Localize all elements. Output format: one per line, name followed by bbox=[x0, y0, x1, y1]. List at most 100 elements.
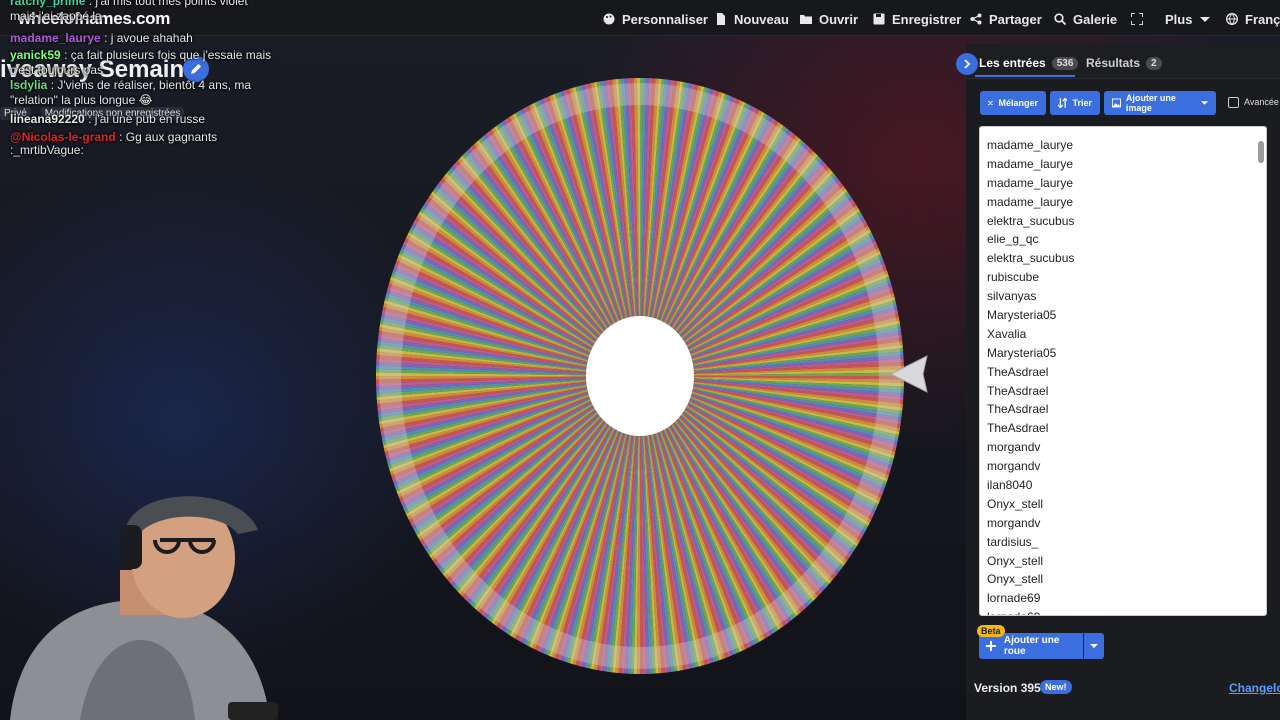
entry-item[interactable]: madame_laurye bbox=[987, 155, 1257, 174]
chat-username: lineana92220 bbox=[10, 112, 85, 126]
nav-new[interactable]: Nouveau bbox=[715, 10, 789, 28]
entry-item[interactable]: madame_laurye bbox=[987, 136, 1257, 155]
nav-gallery-label: Galerie bbox=[1073, 11, 1118, 27]
new-badge: New! bbox=[1040, 680, 1072, 694]
save-icon bbox=[873, 13, 885, 25]
nav-share-label: Partager bbox=[989, 11, 1042, 27]
entry-item[interactable]: morgandv bbox=[987, 457, 1257, 476]
file-icon bbox=[717, 13, 725, 25]
wheel[interactable] bbox=[372, 76, 908, 676]
chat-text: : j'ai une pub en russe bbox=[88, 112, 206, 126]
chevron-down-icon bbox=[1090, 644, 1098, 648]
entry-item[interactable]: lornade69 bbox=[987, 608, 1257, 615]
entries-panel: Les entrées 536 Résultats 2 Mélanger Tri… bbox=[956, 44, 1280, 720]
chat-message: madame_laurye : j avoue ahahah bbox=[10, 31, 310, 46]
entries-count-badge: 536 bbox=[1051, 56, 1079, 70]
chevron-down-icon bbox=[1200, 101, 1208, 105]
advanced-checkbox[interactable] bbox=[1228, 97, 1239, 108]
chat-message: lsdylia : J'viens de réaliser, bientôt 4… bbox=[10, 78, 310, 108]
chat-text-continued: c'est toujours pas bbox=[10, 63, 104, 77]
nav-more-label: Plus bbox=[1165, 11, 1193, 27]
chat-username: lsdylia bbox=[10, 78, 48, 92]
chat-username: ratchy_prime bbox=[10, 0, 86, 8]
entries-scrollbar-thumb[interactable] bbox=[1258, 141, 1264, 163]
chat-message: :_mrtibVague: bbox=[10, 143, 310, 158]
nav-language[interactable]: Françai bbox=[1226, 10, 1280, 28]
entry-item[interactable]: elie_g_qc bbox=[987, 230, 1257, 249]
chevron-down-icon bbox=[1200, 17, 1211, 22]
nav-open[interactable]: Ouvrir bbox=[800, 10, 858, 28]
entry-item[interactable]: morgandv bbox=[987, 514, 1257, 533]
globe-icon bbox=[1226, 13, 1238, 25]
changelog-link[interactable]: Changelog bbox=[1229, 681, 1280, 695]
chat-message: ratchy_prime : j'ai mis tout mes points … bbox=[10, 0, 310, 24]
entry-item[interactable]: silvanyas bbox=[987, 287, 1257, 306]
entry-item[interactable]: morgandv bbox=[987, 438, 1257, 457]
collapse-panel-button[interactable] bbox=[956, 53, 978, 75]
shuffle-label: Mélanger bbox=[998, 98, 1038, 108]
add-wheel-label: Ajouter une roue bbox=[1003, 635, 1060, 657]
beta-badge: Beta bbox=[977, 625, 1005, 637]
entry-item[interactable]: Onyx_stell bbox=[987, 552, 1257, 571]
chat-text-continued: "relation" la plus longue 😂 bbox=[10, 93, 153, 107]
sort-button[interactable]: Trier bbox=[1050, 91, 1100, 115]
fullscreen-icon bbox=[1131, 13, 1143, 25]
nav-share[interactable]: Partager bbox=[970, 10, 1042, 28]
nav-new-label: Nouveau bbox=[734, 11, 789, 27]
entry-item[interactable]: madame_laurye bbox=[987, 193, 1257, 212]
palette-icon bbox=[603, 13, 615, 25]
entry-item[interactable]: elektra_sucubus bbox=[987, 212, 1257, 231]
tab-results[interactable]: Résultats 2 bbox=[1086, 56, 1162, 70]
nav-customize[interactable]: Personnaliser bbox=[603, 10, 708, 28]
tab-results-label: Résultats bbox=[1086, 56, 1141, 70]
entry-item[interactable]: rubiscube bbox=[987, 268, 1257, 287]
results-count-badge: 2 bbox=[1146, 56, 1162, 70]
nav-save[interactable]: Enregistrer bbox=[873, 10, 961, 28]
entry-item[interactable]: Xavalia bbox=[987, 325, 1257, 344]
version-label: Version 395 bbox=[974, 681, 1041, 695]
nav-customize-label: Personnaliser bbox=[622, 11, 708, 27]
shuffle-icon bbox=[988, 100, 994, 106]
nav-gallery[interactable]: Galerie bbox=[1054, 10, 1117, 28]
chat-message: lineana92220 : j'ai une pub en russe bbox=[10, 112, 310, 127]
wheel-graphic[interactable] bbox=[372, 76, 908, 676]
chat-text: : ça fait plusieurs fois que j'essaie ma… bbox=[64, 48, 272, 62]
chat-text-continued: mais j'ai zappé la bbox=[10, 9, 102, 23]
entry-item[interactable]: TheAsdrael bbox=[987, 382, 1257, 401]
nav-more[interactable]: Plus bbox=[1165, 10, 1211, 28]
active-tab-indicator bbox=[975, 75, 1075, 77]
entry-item[interactable]: ilan8040 bbox=[987, 476, 1257, 495]
add-image-label: Ajouter une image bbox=[1125, 93, 1176, 113]
chat-username: madame_laurye bbox=[10, 31, 101, 45]
entries-textarea[interactable]: madame_laurye madame_laurye madame_laurye m… bbox=[979, 126, 1267, 616]
entries-list: madame_laurye madame_laurye madame_laurye m… bbox=[987, 136, 1257, 615]
wheel-center-hub[interactable] bbox=[586, 316, 694, 436]
nav-language-label: Françai bbox=[1245, 11, 1280, 27]
entry-item[interactable]: elektra_sucubus bbox=[987, 249, 1257, 268]
entry-item[interactable]: TheAsdrael bbox=[987, 363, 1257, 382]
chat-message: yanick59 : ça fait plusieurs fois que j'… bbox=[10, 48, 310, 78]
entry-item[interactable]: Marysteria05 bbox=[987, 306, 1257, 325]
plus-icon bbox=[986, 641, 996, 651]
entries-scrollbar[interactable] bbox=[1258, 131, 1264, 607]
webcam-feed bbox=[10, 496, 278, 720]
chat-text: : j'ai mis tout mes points violet bbox=[88, 0, 248, 8]
entry-item[interactable]: TheAsdrael bbox=[987, 419, 1257, 438]
entry-item[interactable]: madame_laurye bbox=[987, 174, 1257, 193]
folder-icon bbox=[800, 15, 812, 24]
sort-label: Trier bbox=[1072, 98, 1092, 108]
shuffle-button[interactable]: Mélanger bbox=[980, 91, 1046, 115]
entry-item[interactable]: lornade69 bbox=[987, 589, 1257, 608]
wheel-pointer-icon bbox=[889, 355, 928, 393]
entry-item[interactable]: Onyx_stell bbox=[987, 570, 1257, 589]
chevron-right-icon bbox=[964, 59, 971, 69]
entry-item[interactable]: Onyx_stell bbox=[987, 495, 1257, 514]
entry-item[interactable]: Marysteria05 bbox=[987, 344, 1257, 363]
entry-item[interactable]: TheAsdrael bbox=[987, 400, 1257, 419]
tab-entries[interactable]: Les entrées 536 bbox=[979, 56, 1079, 70]
nav-fullscreen[interactable] bbox=[1131, 10, 1143, 28]
add-wheel-dropdown-button[interactable] bbox=[1084, 633, 1104, 659]
entry-item[interactable]: tardisius_ bbox=[987, 533, 1257, 552]
panel-tabs: Les entrées 536 Résultats 2 bbox=[956, 44, 1280, 78]
add-image-button[interactable]: Ajouter une image bbox=[1104, 91, 1216, 115]
